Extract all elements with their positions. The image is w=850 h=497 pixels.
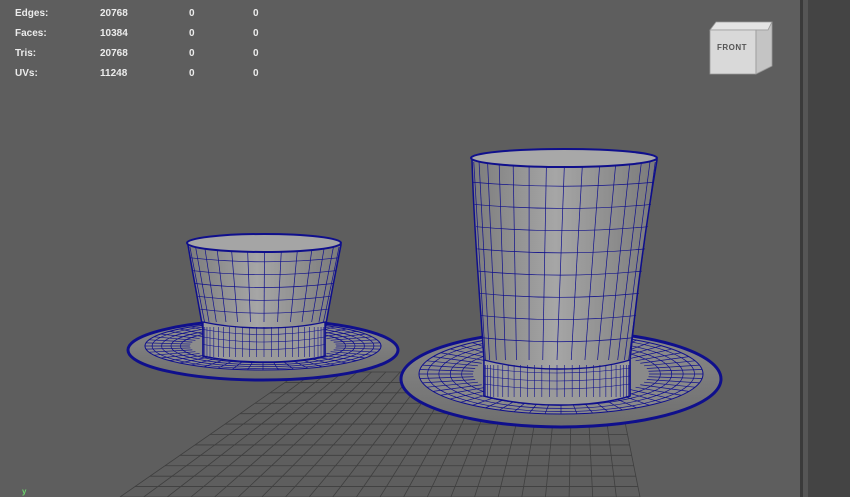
hud-value: 10384 <box>100 28 128 39</box>
viewcube-right-face[interactable] <box>755 21 773 75</box>
viewcube-front-face[interactable] <box>709 29 757 75</box>
hud-value: 20768 <box>100 8 128 19</box>
hud-value: 11248 <box>100 68 128 79</box>
hud-value: 0 <box>189 48 195 59</box>
viewcube-front-label[interactable]: FRONT <box>713 43 751 52</box>
small-top-hat-mesh[interactable] <box>126 233 400 382</box>
hud-row-faces: Faces: 10384 0 0 <box>15 26 275 46</box>
hud-row-uvs: UVs: 11248 0 0 <box>15 66 275 86</box>
hud-row-tris: Tris: 20768 0 0 <box>15 46 275 66</box>
hud-value: 20768 <box>100 48 128 59</box>
large-hat-top <box>470 148 658 168</box>
hud-row-edges: Edges: 20768 0 0 <box>15 6 275 26</box>
panel-divider[interactable] <box>803 0 808 497</box>
axis-y-label: y <box>22 487 27 496</box>
hud-label: UVs: <box>15 68 38 79</box>
hud-value: 0 <box>253 68 259 79</box>
hud-value: 0 <box>189 68 195 79</box>
hud-value: 0 <box>189 8 195 19</box>
hud-value: 0 <box>253 48 259 59</box>
hud-label: Tris: <box>15 48 37 59</box>
side-panel-edge <box>800 0 850 497</box>
hud-value: 0 <box>253 8 259 19</box>
hud-value: 0 <box>189 28 195 39</box>
viewcube-top-face[interactable] <box>709 21 773 31</box>
large-top-hat-mesh[interactable] <box>399 148 723 429</box>
hud-label: Faces: <box>15 28 47 39</box>
hud-value: 0 <box>253 28 259 39</box>
viewport-3d[interactable]: Edges: 20768 0 0 Faces: 10384 0 0 Tris: … <box>0 0 800 497</box>
small-hat-top <box>186 233 342 253</box>
poly-count-hud: Edges: 20768 0 0 Faces: 10384 0 0 Tris: … <box>15 6 275 86</box>
hud-label: Edges: <box>15 8 49 19</box>
